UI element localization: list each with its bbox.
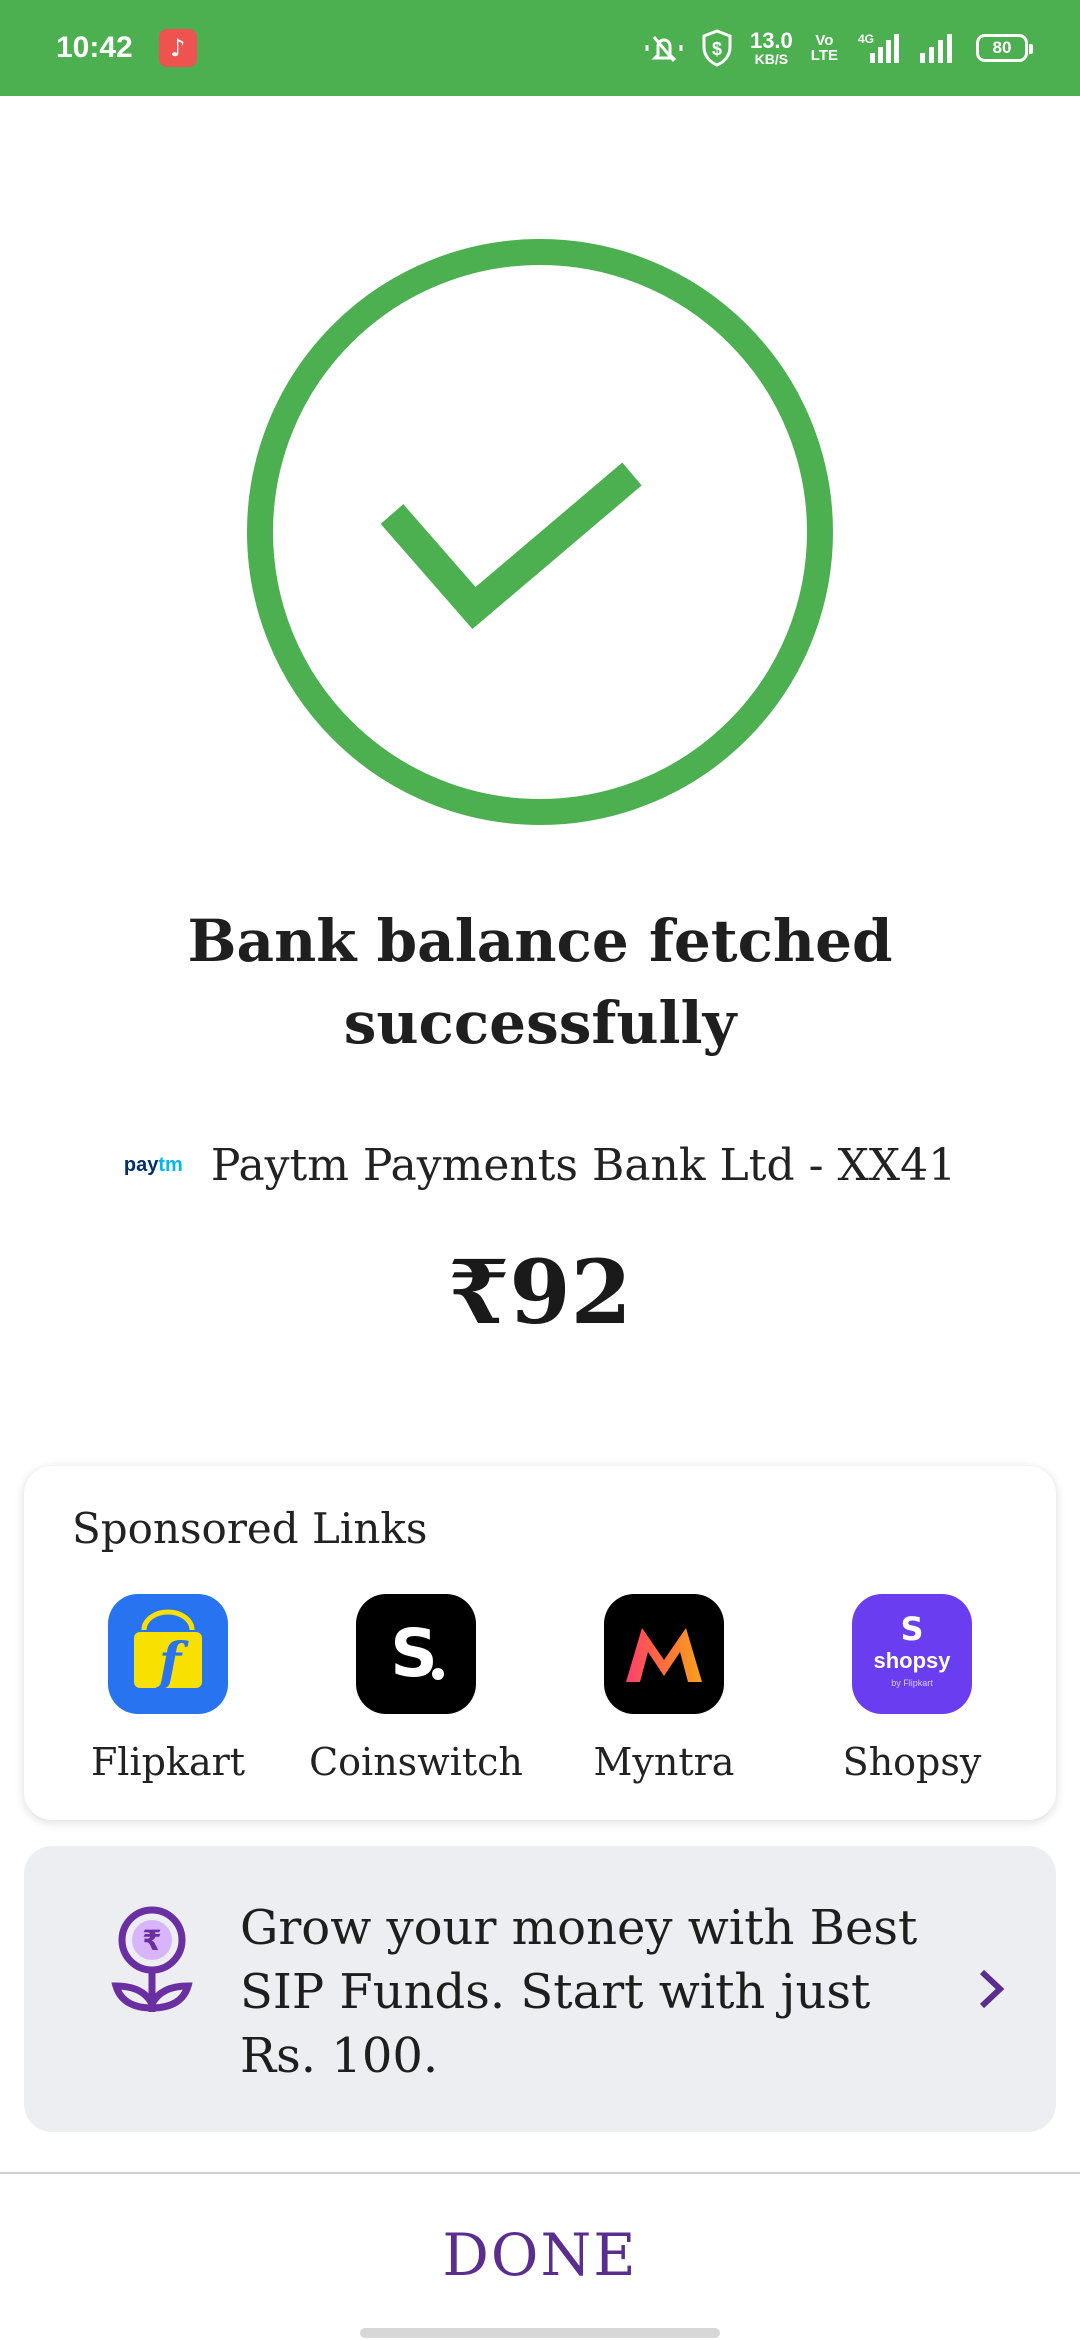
- app-label: Myntra: [593, 1740, 735, 1784]
- vpn-shield-icon: $: [702, 29, 732, 67]
- app-label: Shopsy: [842, 1740, 982, 1784]
- rupee-plant-icon: ₹: [111, 1906, 193, 2012]
- volte-indicator: Vo LTE: [810, 32, 838, 64]
- signal-icon: [918, 31, 958, 65]
- music-notification-icon: ♪: [158, 29, 197, 67]
- sponsored-app-shopsy[interactable]: S shopsy by Flipkart Shopsy: [802, 1594, 1022, 1784]
- coinswitch-icon[interactable]: S: [356, 1594, 476, 1714]
- success-check-icon: [247, 239, 833, 825]
- mute-icon: [644, 31, 684, 65]
- sip-promo-banner[interactable]: ₹ Grow your money with Best SIP Funds. S…: [24, 1846, 1056, 2132]
- sponsored-app-coinswitch[interactable]: S Coinswitch: [306, 1594, 526, 1784]
- svg-text:4G: 4G: [858, 32, 874, 46]
- sponsored-app-flipkart[interactable]: f Flipkart: [58, 1594, 278, 1784]
- sip-promo-text: Grow your money with Best SIP Funds. Sta…: [240, 1900, 918, 2084]
- sponsored-app-myntra[interactable]: Myntra: [554, 1594, 774, 1784]
- done-button[interactable]: DONE: [340, 2214, 740, 2296]
- battery-icon: 80: [976, 34, 1033, 62]
- svg-text:by Flipkart: by Flipkart: [891, 1678, 933, 1688]
- sponsored-apps: f Flipkart S Coinswitch Myntra S shopsy …: [24, 1594, 1056, 1784]
- svg-text:shopsy: shopsy: [873, 1648, 951, 1673]
- paytm-logo: paytm: [123, 1154, 183, 1176]
- bank-account-row: paytm Paytm Payments Bank Ltd - XX41: [0, 1140, 1080, 1191]
- home-indicator[interactable]: [360, 2328, 720, 2338]
- signal-icon: 4G: [856, 31, 900, 65]
- sponsored-title: Sponsored Links: [72, 1504, 428, 1553]
- balance-amount: ₹92: [448, 1240, 632, 1344]
- page-title: Bank balance fetched successfully: [187, 907, 893, 1057]
- network-speed: 13.0 KB/S: [749, 28, 793, 67]
- svg-text:S: S: [900, 1610, 923, 1648]
- sponsored-links-card: Sponsored Links f Flipkart S Coinswitch: [24, 1466, 1056, 1820]
- status-icons: $ 13.0 KB/S Vo LTE 4G 80: [644, 28, 1033, 67]
- svg-text:$: $: [712, 39, 722, 59]
- svg-text:₹: ₹: [142, 1924, 161, 1957]
- myntra-icon[interactable]: [604, 1594, 724, 1714]
- status-time: 10:42: [56, 31, 133, 64]
- svg-text:S: S: [390, 1615, 438, 1692]
- app-label: Flipkart: [90, 1740, 246, 1784]
- chevron-right-icon[interactable]: [972, 1964, 1012, 2014]
- app-label: Coinswitch: [309, 1740, 523, 1784]
- bank-account-name: Paytm Payments Bank Ltd - XX41: [210, 1140, 957, 1191]
- status-bar: 10:42 ♪ $ 13.0 KB/S Vo LTE 4G 80: [0, 0, 1080, 96]
- footer-divider: [0, 2172, 1080, 2174]
- shopsy-icon[interactable]: S shopsy by Flipkart: [852, 1594, 972, 1714]
- flipkart-icon[interactable]: f: [108, 1594, 228, 1714]
